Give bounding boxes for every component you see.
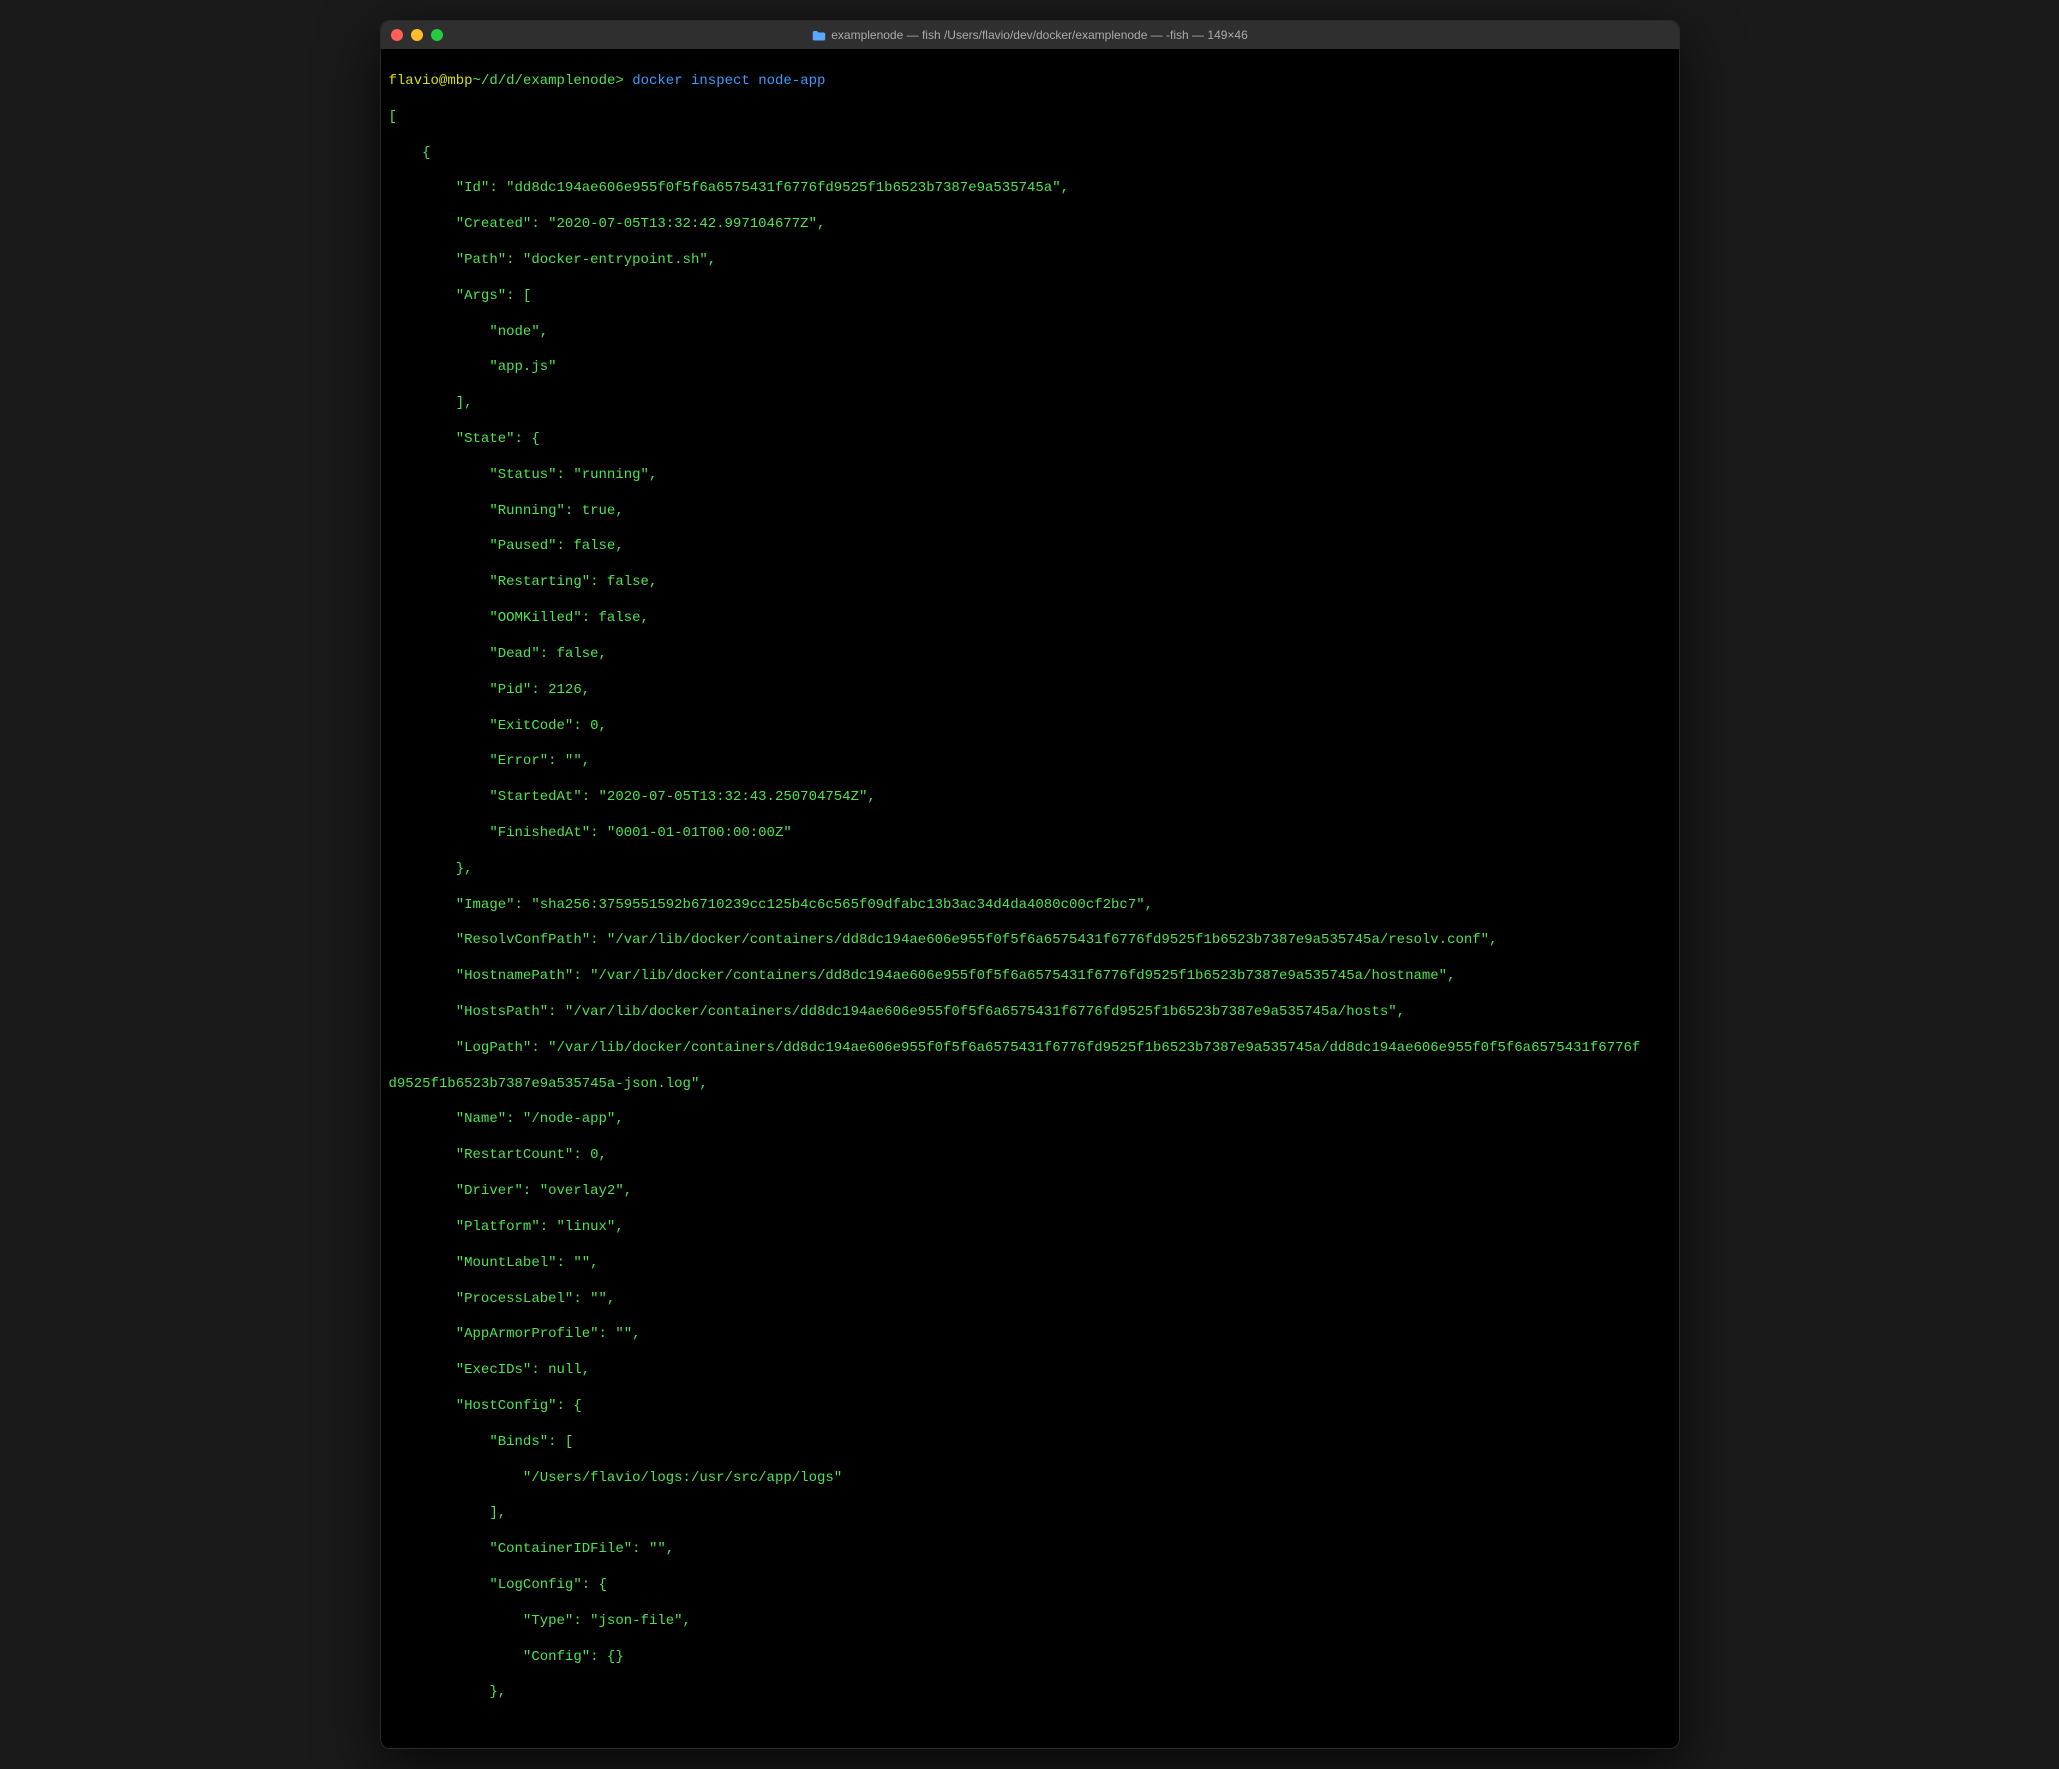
output-line: "MountLabel": "",: [389, 1255, 1671, 1273]
output-line: "node",: [389, 324, 1671, 342]
output-line: "HostsPath": "/var/lib/docker/containers…: [389, 1004, 1671, 1022]
minimize-icon[interactable]: [411, 29, 423, 41]
zoom-icon[interactable]: [431, 29, 443, 41]
close-icon[interactable]: [391, 29, 403, 41]
output-line: "HostnamePath": "/var/lib/docker/contain…: [389, 968, 1671, 986]
output-line: "Type": "json-file",: [389, 1613, 1671, 1631]
prompt-line: flavio@mbp~/d/d/examplenode> docker insp…: [389, 73, 1671, 91]
output-line: "Restarting": false,: [389, 574, 1671, 592]
output-line: "Paused": false,: [389, 538, 1671, 556]
output-line: {: [389, 145, 1671, 163]
output-line: "ExitCode": 0,: [389, 718, 1671, 736]
window-title: examplenode — fish /Users/flavio/dev/doc…: [811, 28, 1248, 42]
output-line: "ProcessLabel": "",: [389, 1291, 1671, 1309]
folder-icon: [811, 30, 825, 41]
output-line: "State": {: [389, 431, 1671, 449]
output-line: "Created": "2020-07-05T13:32:42.99710467…: [389, 216, 1671, 234]
output-line: "ResolvConfPath": "/var/lib/docker/conta…: [389, 932, 1671, 950]
output-line: "RestartCount": 0,: [389, 1147, 1671, 1165]
output-line: "FinishedAt": "0001-01-01T00:00:00Z": [389, 825, 1671, 843]
output-line: "Image": "sha256:3759551592b6710239cc125…: [389, 897, 1671, 915]
prompt-host: mbp: [447, 73, 472, 89]
output-line: "Pid": 2126,: [389, 682, 1671, 700]
output-line: "app.js": [389, 359, 1671, 377]
output-line: "OOMKilled": false,: [389, 610, 1671, 628]
prompt-path: ~/d/d/examplenode: [473, 73, 616, 89]
output-line: "Error": "",: [389, 753, 1671, 771]
output-line: "/Users/flavio/logs:/usr/src/app/logs": [389, 1470, 1671, 1488]
command-text: docker inspect node-app: [632, 73, 825, 89]
output-line: "ContainerIDFile": "",: [389, 1541, 1671, 1559]
output-line: },: [389, 861, 1671, 879]
output-line: "LogPath": "/var/lib/docker/containers/d…: [389, 1040, 1671, 1058]
output-line: "Path": "docker-entrypoint.sh",: [389, 252, 1671, 270]
terminal-viewport[interactable]: flavio@mbp~/d/d/examplenode> docker insp…: [381, 49, 1679, 1748]
output-line: "HostConfig": {: [389, 1398, 1671, 1416]
output-line: "Running": true,: [389, 503, 1671, 521]
output-line: "ExecIDs": null,: [389, 1362, 1671, 1380]
output-line: "Binds": [: [389, 1434, 1671, 1452]
output-line: ],: [389, 1505, 1671, 1523]
output-line: },: [389, 1684, 1671, 1702]
output-line: "StartedAt": "2020-07-05T13:32:43.250704…: [389, 789, 1671, 807]
output-line: "AppArmorProfile": "",: [389, 1326, 1671, 1344]
window-title-text: examplenode — fish /Users/flavio/dev/doc…: [831, 28, 1248, 42]
output-line: "Name": "/node-app",: [389, 1111, 1671, 1129]
traffic-lights: [391, 29, 443, 41]
output-line: "Driver": "overlay2",: [389, 1183, 1671, 1201]
output-line: ],: [389, 395, 1671, 413]
prompt-user: flavio: [389, 73, 439, 89]
output-line: "Status": "running",: [389, 467, 1671, 485]
output-line: d9525f1b6523b7387e9a535745a-json.log",: [389, 1076, 1671, 1094]
output-line: "Platform": "linux",: [389, 1219, 1671, 1237]
output-line: "Args": [: [389, 288, 1671, 306]
output-line: [: [389, 109, 1671, 127]
titlebar: examplenode — fish /Users/flavio/dev/doc…: [381, 21, 1679, 49]
output-line: "Dead": false,: [389, 646, 1671, 664]
terminal-window: examplenode — fish /Users/flavio/dev/doc…: [380, 20, 1680, 1749]
prompt-caret: >: [615, 73, 623, 89]
output-line: "Config": {}: [389, 1649, 1671, 1667]
output-line: "LogConfig": {: [389, 1577, 1671, 1595]
output-line: "Id": "dd8dc194ae606e955f0f5f6a6575431f6…: [389, 180, 1671, 198]
